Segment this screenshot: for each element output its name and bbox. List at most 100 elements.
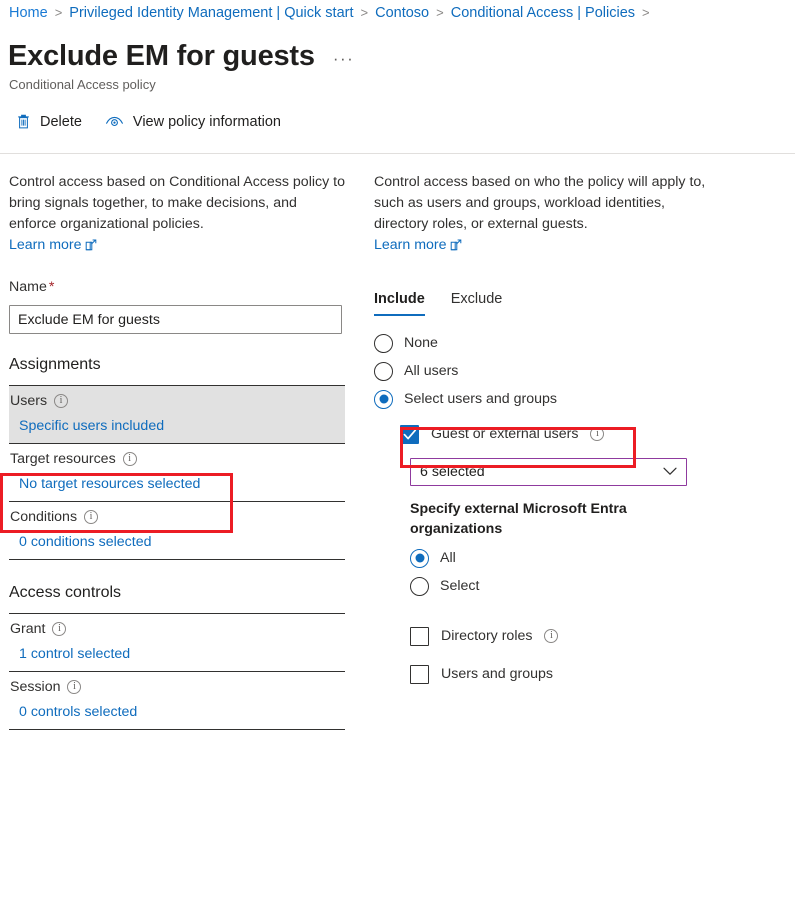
checkbox-label-directory-roles: Directory roles (441, 628, 533, 644)
radio-none[interactable] (374, 333, 393, 353)
page-title: Exclude EM for guests (8, 40, 315, 72)
policy-left-column: Control access based on Conditional Acce… (9, 172, 345, 730)
include-exclude-tabs: Include Exclude (374, 289, 714, 316)
required-asterisk: * (48, 279, 55, 295)
setting-value-target-resources[interactable]: No target resources selected (9, 474, 345, 494)
more-options-button[interactable]: ··· (329, 50, 358, 68)
radio-label-select-users-and-groups: Select users and groups (404, 391, 558, 407)
setting-value-session[interactable]: 0 controls selected (9, 702, 345, 722)
radio-label-all-users: All users (404, 363, 459, 379)
external-link-icon (85, 239, 97, 253)
user-scope-radio-group: None All users Select users and groups (374, 329, 714, 413)
radio-select-users-and-groups[interactable] (374, 389, 393, 409)
setting-row-grant[interactable]: Grant i 1 control selected (9, 614, 345, 671)
checkbox-label-guest-or-external-users: Guest or external users (431, 426, 579, 442)
setting-row-users[interactable]: Users i Specific users included (9, 386, 345, 443)
info-icon-directory-roles[interactable]: i (544, 629, 559, 643)
checkbox-row-users-and-groups[interactable]: Users and groups (410, 660, 714, 688)
guest-types-dropdown-value: 6 selected (420, 464, 485, 480)
tab-exclude[interactable]: Exclude (451, 289, 503, 316)
checkbox-row-directory-roles[interactable]: Directory roles i (410, 622, 714, 650)
delete-button[interactable]: Delete (14, 111, 84, 133)
setting-value-users[interactable]: Specific users included (9, 416, 345, 436)
radio-label-all-orgs: All (440, 550, 456, 566)
info-icon-conditions[interactable]: i (84, 510, 99, 524)
info-icon-session[interactable]: i (67, 680, 82, 694)
learn-more-link-left[interactable]: Learn more (9, 235, 97, 256)
info-icon-users[interactable]: i (54, 394, 69, 408)
setting-row-conditions[interactable]: Conditions i 0 conditions selected (9, 502, 345, 559)
breadcrumb-separator-icon: > (360, 5, 369, 20)
assignments-heading: Assignments (9, 356, 101, 373)
setting-row-session[interactable]: Session i 0 controls selected (9, 672, 345, 729)
setting-title-session: Session i (9, 677, 345, 697)
trash-icon (16, 114, 31, 130)
setting-title-grant: Grant i (9, 619, 345, 639)
checkbox-label-users-and-groups: Users and groups (441, 666, 553, 682)
radio-row-none[interactable]: None (374, 329, 714, 357)
radio-row-all-users[interactable]: All users (374, 357, 714, 385)
eye-icon (105, 115, 124, 129)
setting-value-conditions[interactable]: 0 conditions selected (9, 532, 345, 552)
conditional-access-policy-page: Home > Privileged Identity Management | … (0, 0, 795, 911)
setting-title-conditions: Conditions i (9, 507, 345, 527)
radio-label-none: None (404, 335, 438, 351)
checkbox-guest-or-external-users[interactable] (400, 424, 419, 444)
policy-name-input[interactable] (9, 305, 342, 334)
breadcrumb-item-contoso[interactable]: Contoso (375, 3, 429, 23)
breadcrumb: Home > Privileged Identity Management | … (9, 3, 657, 23)
delete-button-label: Delete (40, 114, 82, 130)
radio-label-select-orgs: Select (440, 578, 480, 594)
breadcrumb-separator-icon: > (54, 5, 63, 20)
users-description: Control access based on who the policy w… (374, 174, 706, 232)
info-icon-target-resources[interactable]: i (122, 452, 137, 466)
breadcrumb-separator-icon: > (436, 5, 444, 20)
setting-title-target-resources: Target resources i (9, 449, 345, 469)
view-policy-information-button[interactable]: View policy information (103, 111, 283, 133)
checkbox-users-and-groups[interactable] (410, 664, 429, 684)
setting-label-grant: Grant (10, 621, 46, 637)
additional-scope-checkbox-group: Directory roles i Users and groups (410, 622, 714, 688)
page-title-row: Exclude EM for guests ··· (8, 38, 358, 74)
radio-select-orgs[interactable] (410, 576, 429, 596)
setting-value-grant[interactable]: 1 control selected (9, 644, 345, 664)
external-link-icon (450, 239, 462, 253)
page-subtitle: Conditional Access policy (9, 77, 156, 92)
name-label-text: Name (9, 279, 47, 295)
radio-all-users[interactable] (374, 361, 393, 381)
conditions-divider (9, 559, 345, 560)
chevron-down-icon (663, 463, 677, 481)
learn-more-label: Learn more (9, 237, 82, 253)
command-bar: Delete View policy information (14, 111, 283, 133)
tab-include[interactable]: Include (374, 289, 425, 316)
setting-row-target-resources[interactable]: Target resources i No target resources s… (9, 444, 345, 501)
guest-types-dropdown[interactable]: 6 selected (410, 458, 687, 486)
breadcrumb-separator-icon: > (642, 5, 650, 20)
setting-label-users: Users (10, 393, 48, 409)
radio-row-all-orgs[interactable]: All (410, 544, 714, 572)
info-icon-guest-or-external-users[interactable]: i (590, 427, 605, 441)
specify-external-orgs-heading: Specify external Microsoft Entra organiz… (410, 501, 627, 537)
radio-row-select-orgs[interactable]: Select (410, 572, 714, 600)
info-icon-grant[interactable]: i (52, 622, 67, 636)
checkbox-directory-roles[interactable] (410, 626, 429, 646)
access-controls-heading: Access controls (9, 584, 122, 601)
setting-label-conditions: Conditions (10, 509, 78, 525)
setting-title-users: Users i (9, 391, 345, 411)
view-policy-information-label: View policy information (132, 114, 281, 130)
learn-more-label: Learn more (374, 237, 447, 253)
checkbox-row-guest-or-external-users[interactable]: Guest or external users i (400, 420, 714, 448)
users-panel-right-column: Control access based on who the policy w… (374, 172, 714, 688)
session-divider (9, 729, 345, 730)
radio-row-select-users-and-groups[interactable]: Select users and groups (374, 385, 714, 413)
learn-more-link-right[interactable]: Learn more (374, 235, 462, 256)
breadcrumb-item-conditional-access[interactable]: Conditional Access | Policies (451, 3, 635, 23)
breadcrumb-item-pim[interactable]: Privileged Identity Management | Quick s… (69, 3, 353, 23)
command-bar-divider (0, 153, 795, 154)
name-field-label: Name * (9, 278, 345, 297)
radio-all-orgs[interactable] (410, 548, 429, 568)
breadcrumb-item-home[interactable]: Home (9, 3, 48, 23)
setting-label-target-resources: Target resources (10, 451, 116, 467)
setting-label-session: Session (10, 679, 61, 695)
external-orgs-radio-group: All Select (410, 544, 714, 600)
